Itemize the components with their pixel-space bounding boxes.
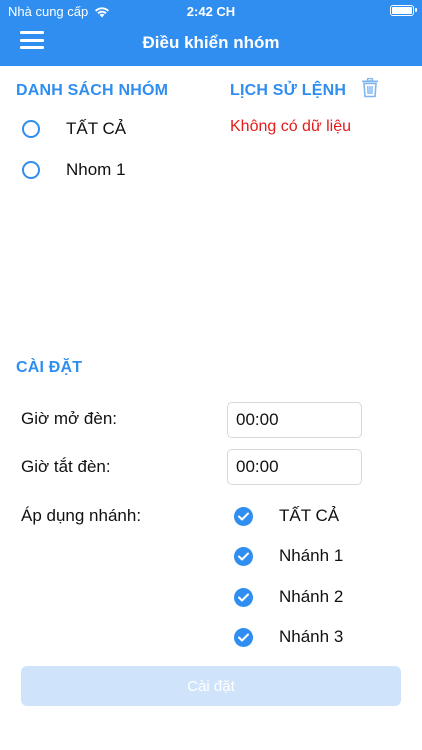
status-bar: Nhà cung cấp 2:42 CH — [0, 0, 422, 22]
branch-checkbox-1[interactable]: Nhánh 1 — [234, 546, 343, 566]
group-label: Nhom 1 — [66, 160, 126, 179]
branch-label: Nhánh 3 — [279, 627, 344, 646]
branch-label: TẤT CẢ — [279, 506, 340, 525]
checkmark-icon[interactable] — [234, 627, 253, 647]
branch-checkbox-3[interactable]: Nhánh 3 — [234, 627, 343, 647]
branch-checkbox-2[interactable]: Nhánh 2 — [234, 587, 343, 607]
history-empty-text: Không có dữ liệu — [230, 118, 352, 135]
branch-label: Nhánh 2 — [279, 587, 344, 606]
group-list-title: DANH SÁCH NHÓM — [16, 82, 169, 99]
checkmark-icon[interactable] — [234, 506, 253, 526]
app-header: Nhà cung cấp 2:42 CH Điều khiển nhóm — [0, 0, 422, 66]
battery-icon — [390, 5, 417, 16]
apply-settings-button[interactable]: Cài đặt — [21, 666, 401, 706]
on-time-label: Giờ mở đèn: — [21, 409, 117, 428]
trash-icon[interactable] — [361, 78, 379, 98]
command-history-title: LỊCH SỬ LỆNH — [230, 82, 347, 99]
status-time: 2:42 CH — [186, 4, 236, 19]
off-time-input[interactable] — [227, 449, 362, 485]
on-time-input[interactable] — [227, 402, 362, 438]
group-label: TẤT CẢ — [66, 119, 127, 138]
group-radio-all[interactable]: TẤT CẢ — [22, 119, 126, 139]
radio-button-icon[interactable] — [22, 161, 40, 179]
radio-button-icon[interactable] — [22, 120, 40, 138]
group-radio-nhom-1[interactable]: Nhom 1 — [22, 160, 126, 180]
branch-label: Nhánh 1 — [279, 546, 344, 565]
checkmark-icon[interactable] — [234, 546, 253, 566]
settings-title: CÀI ĐẶT — [16, 359, 83, 376]
branch-checkbox-all[interactable]: TẤT CẢ — [234, 506, 339, 526]
branches-label: Áp dụng nhánh: — [21, 506, 142, 525]
page-title: Điều khiển nhóm — [142, 33, 280, 52]
checkmark-icon[interactable] — [234, 587, 253, 607]
off-time-label: Giờ tắt đèn: — [21, 457, 111, 476]
